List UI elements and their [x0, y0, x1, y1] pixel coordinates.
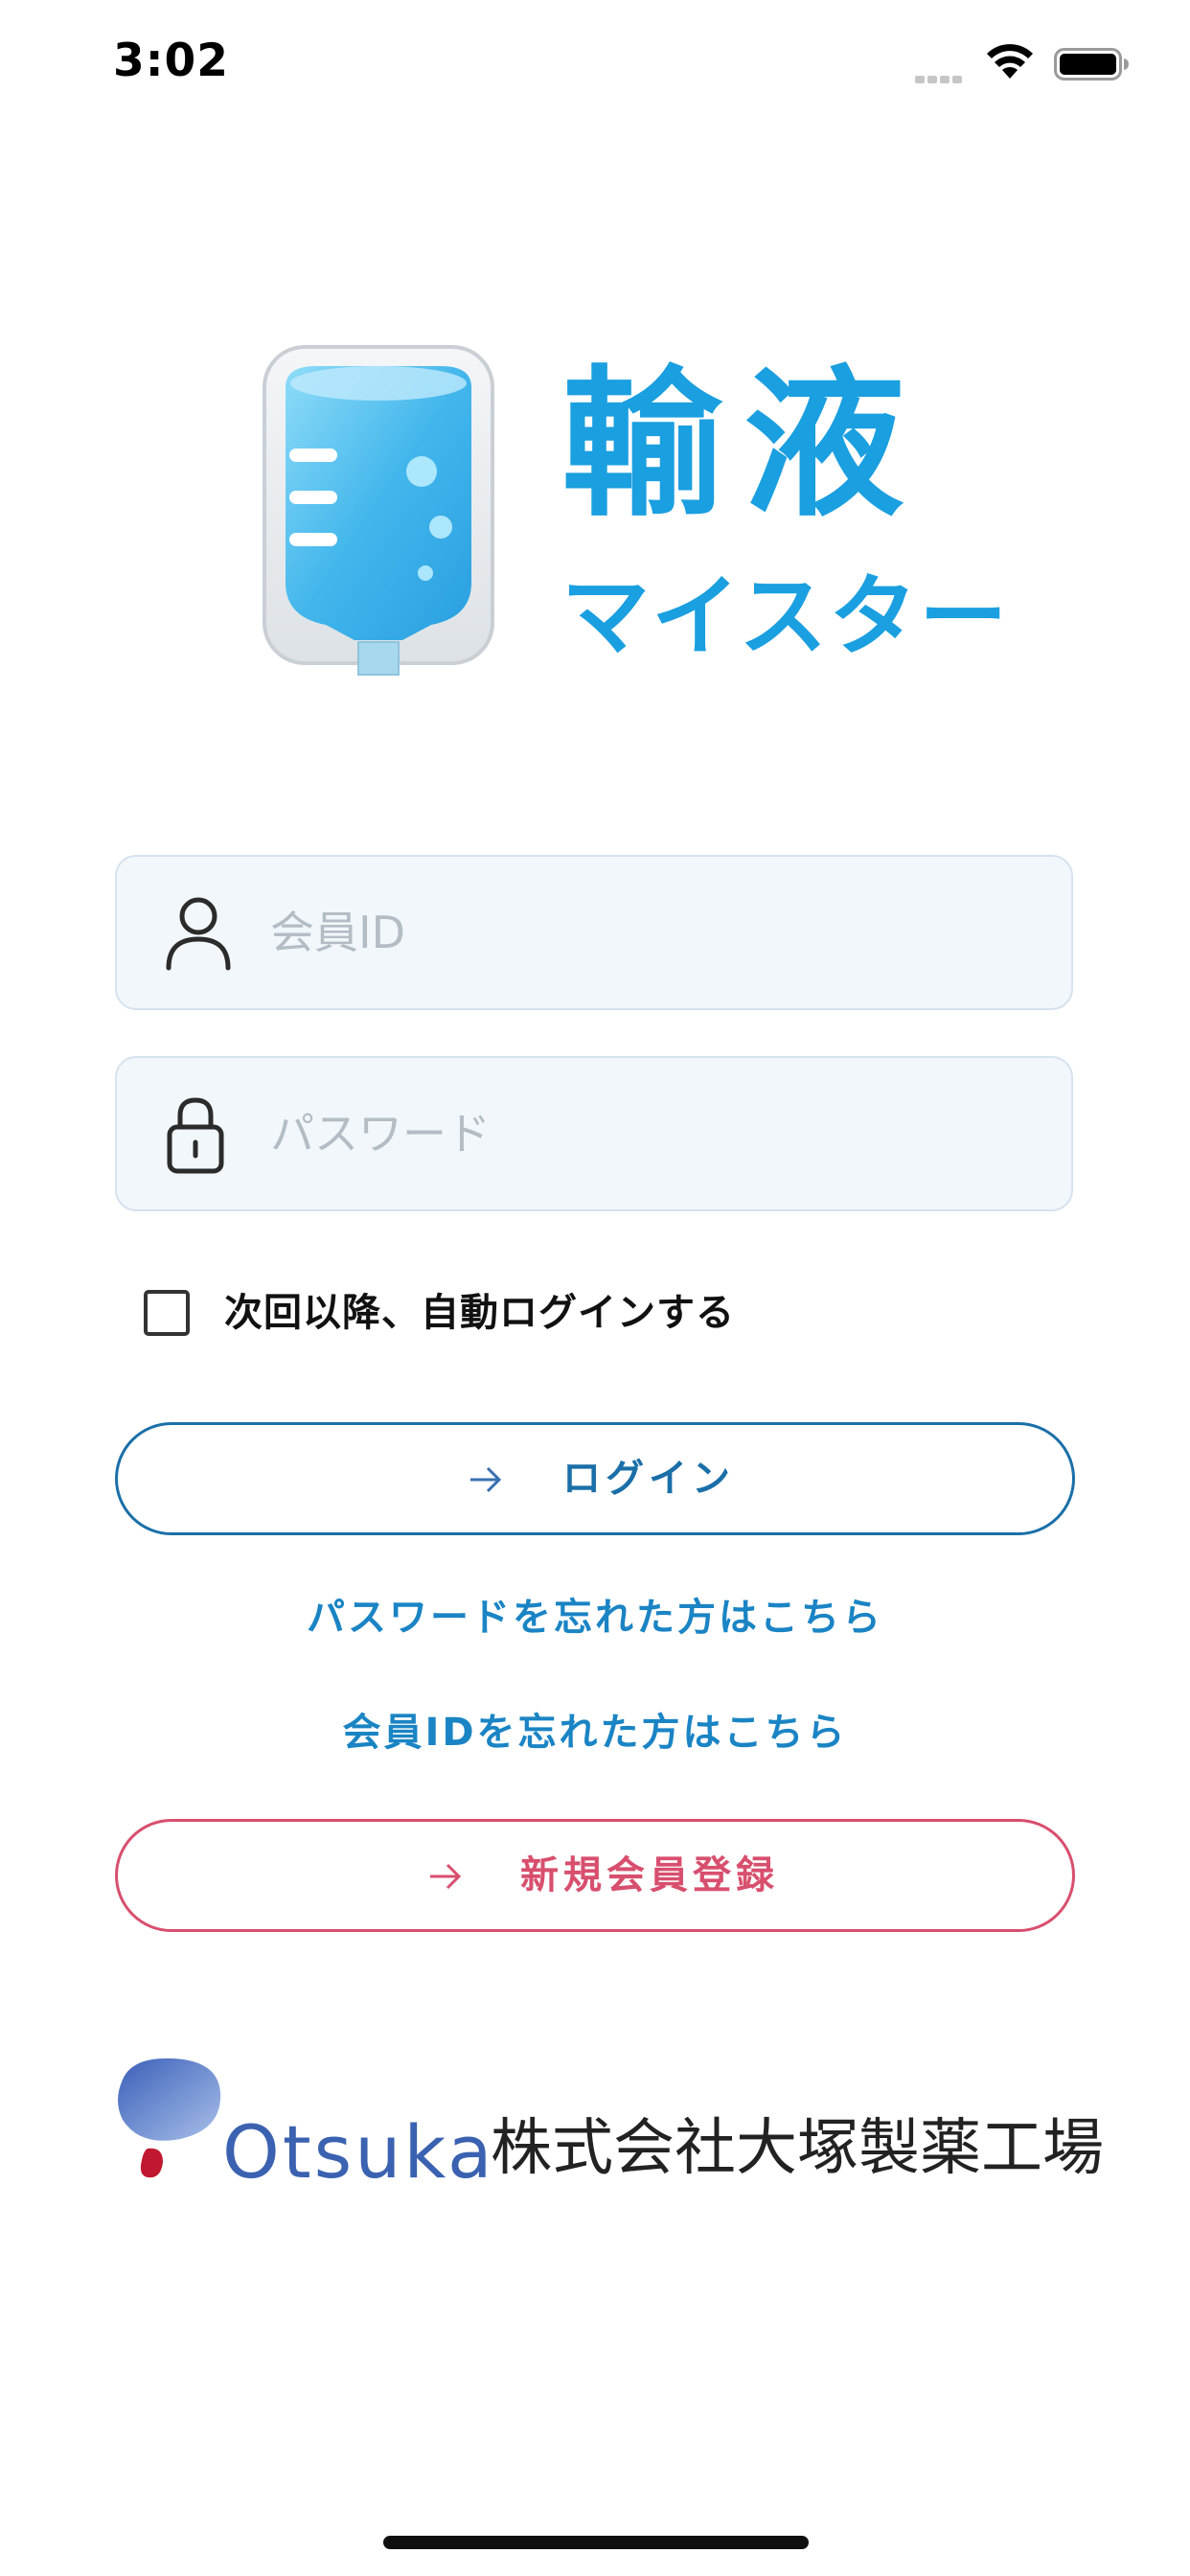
arrow-right-icon	[430, 1863, 462, 1890]
status-time: 3:02	[113, 34, 229, 87]
iv-bag-icon	[263, 345, 494, 676]
app-logo-subtitle: マイスター	[561, 565, 1010, 668]
lock-icon	[167, 1097, 224, 1174]
register-button[interactable]: 新規会員登録	[115, 1819, 1075, 1932]
login-button[interactable]: ログイン	[115, 1422, 1075, 1535]
auto-login-checkbox[interactable]	[144, 1290, 190, 1336]
register-button-label: 新規会員登録	[520, 1853, 779, 1898]
otsuka-logo-mark	[118, 2058, 221, 2178]
cellular-signal-icon	[915, 69, 965, 87]
home-indicator[interactable]	[383, 2536, 809, 2549]
company-name: 株式会社大塚製薬工場	[491, 2113, 1104, 2184]
login-button-label: ログイン	[562, 1457, 735, 1501]
otsuka-brand-text: Otsuka	[222, 2109, 495, 2195]
password-field[interactable]	[115, 1056, 1073, 1211]
forgot-password-link[interactable]: パスワードを忘れた方はこちら	[115, 1591, 1075, 1644]
member-id-field[interactable]	[115, 855, 1073, 1010]
forgot-member-id-link[interactable]: 会員IDを忘れた方はこちら	[115, 1706, 1075, 1760]
wifi-icon	[987, 44, 1033, 79]
user-icon	[166, 897, 231, 971]
app-logo-title: 輸液	[561, 351, 926, 539]
member-id-input[interactable]	[270, 857, 1037, 1008]
battery-icon	[1054, 48, 1129, 80]
arrow-right-icon	[470, 1466, 502, 1493]
password-input[interactable]	[270, 1058, 1037, 1209]
auto-login-label[interactable]: 次回以降、自動ログインする	[224, 1288, 735, 1338]
